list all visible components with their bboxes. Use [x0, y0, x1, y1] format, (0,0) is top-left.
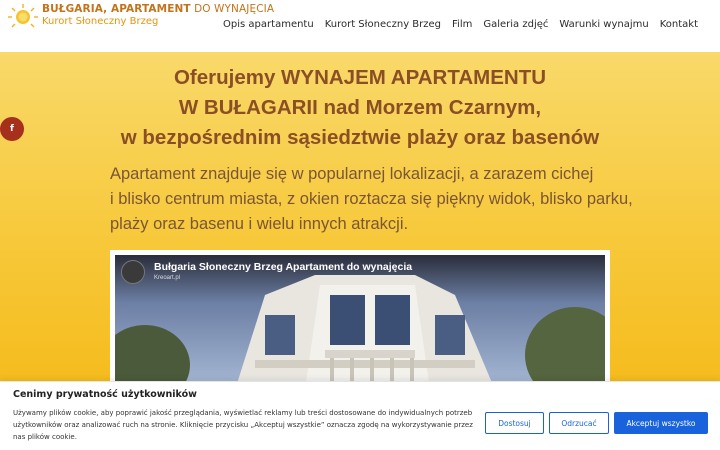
video-player[interactable]: Bułgaria Słoneczny Brzeg Apartament do w…: [115, 255, 605, 390]
video-thumbnail-building: [115, 255, 605, 390]
video-channel[interactable]: Kreoart.pl: [154, 275, 180, 281]
hero-description-line: i blisko centrum miasta, z okien roztacz…: [110, 190, 633, 208]
cookie-text: Używamy plików cookie, aby poprawić jako…: [13, 407, 483, 443]
video-embed[interactable]: Bułgaria Słoneczny Brzeg Apartament do w…: [110, 250, 610, 395]
video-title[interactable]: Bułgaria Słoneczny Brzeg Apartament do w…: [154, 261, 412, 273]
cookie-text-line: użytkowników oraz analizować ruch na str…: [13, 421, 473, 429]
nav-kurort[interactable]: Kurort Słoneczny Brzeg: [325, 19, 441, 30]
hero-title-line: Oferujemy WYNAJEM APARTAMENTU: [173, 66, 547, 89]
brand-title: BUŁGARIA, APARTAMENT DO WYNAJĘCIA: [42, 3, 275, 15]
nav-galeria[interactable]: Galeria zdjęć: [483, 19, 548, 30]
hero-description-line: Apartament znajduje się w popularnej lok…: [110, 165, 594, 183]
main-nav: Opis apartamentu Kurort Słoneczny Brzeg …: [212, 19, 698, 30]
hero-title: Oferujemy WYNAJEM APARTAMENTU W BUŁAGARI…: [0, 63, 720, 153]
cookie-text-line: nas plików cookie.: [13, 433, 77, 441]
nav-warunki[interactable]: Warunki wynajmu: [559, 19, 648, 30]
channel-avatar[interactable]: [121, 260, 145, 284]
cookie-banner: Cenimy prywatność użytkowników Używamy p…: [0, 381, 720, 450]
nav-kontakt[interactable]: Kontakt: [660, 19, 698, 30]
nav-opis-apartamentu[interactable]: Opis apartamentu: [223, 19, 314, 30]
site-header: BUŁGARIA, APARTAMENT DO WYNAJĘCIA Kurort…: [0, 0, 720, 52]
nav-film[interactable]: Film: [452, 19, 472, 30]
accept-all-button[interactable]: Akceptuj wszystko: [614, 412, 708, 434]
customize-button[interactable]: Dostosuj: [485, 412, 544, 434]
hero-title-line: w bezpośrednim sąsiedztwie plaży oraz ba…: [120, 126, 600, 149]
reject-button[interactable]: Odrzucać: [549, 412, 609, 434]
cookie-text-line: Używamy plików cookie, aby poprawić jako…: [13, 409, 473, 417]
sun-logo-icon[interactable]: [6, 3, 40, 29]
cookie-title: Cenimy prywatność użytkowników: [13, 389, 197, 400]
hero-description-line: plaży oraz basenu i wielu innych atrakcj…: [110, 215, 409, 233]
hero-description: Apartament znajduje się w popularnej lok…: [110, 162, 633, 237]
hero-title-line: W BUŁAGARII nad Morzem Czarnym,: [178, 96, 542, 119]
